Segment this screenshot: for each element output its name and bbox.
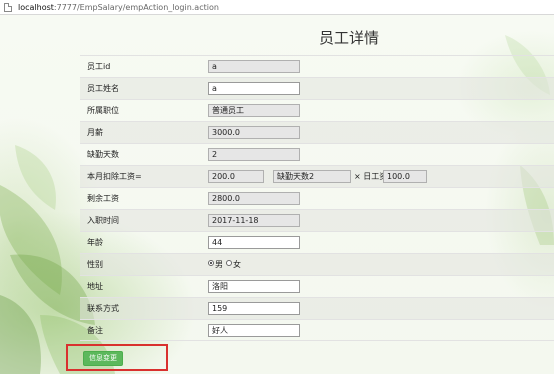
monthly-salary-field[interactable]: 3000.0 bbox=[208, 126, 300, 139]
url-text[interactable]: localhost:7777/EmpSalary/empAction_login… bbox=[18, 3, 219, 12]
emp-id-field[interactable]: a bbox=[208, 60, 300, 73]
row-monthly-salary: 月薪 3000.0 bbox=[80, 121, 554, 143]
emp-name-label: 员工姓名 bbox=[87, 84, 119, 93]
row-gender: 性别 男 女 bbox=[80, 253, 554, 275]
page-icon bbox=[4, 2, 12, 12]
address-label: 地址 bbox=[87, 282, 103, 291]
remaining-salary-field[interactable]: 2800.0 bbox=[208, 192, 300, 205]
absent-days-field[interactable]: 2 bbox=[208, 148, 300, 161]
hire-date-field[interactable]: 2017-11-18 bbox=[208, 214, 300, 227]
address-bar[interactable]: localhost:7777/EmpSalary/empAction_login… bbox=[0, 0, 554, 15]
address-input[interactable]: 洛阳 bbox=[208, 280, 300, 293]
page-content: 员工详情 员工id a 员工姓名 a 所属职位 普通员工 月薪 3000.0 缺… bbox=[0, 15, 554, 374]
gender-male-label: 男 bbox=[215, 260, 223, 269]
row-position: 所属职位 普通员工 bbox=[80, 99, 554, 121]
contact-label: 联系方式 bbox=[87, 304, 119, 313]
row-absent-days: 缺勤天数 2 bbox=[80, 143, 554, 165]
row-remaining-salary: 剩余工资 2800.0 bbox=[80, 187, 554, 209]
remark-label: 备注 bbox=[87, 326, 103, 335]
emp-name-input[interactable]: a bbox=[208, 82, 300, 95]
url-host: localhost bbox=[18, 2, 54, 12]
emp-id-label: 员工id bbox=[87, 62, 111, 71]
page-title: 员工详情 bbox=[318, 29, 379, 47]
hire-date-label: 入职时间 bbox=[87, 216, 119, 225]
age-label: 年龄 bbox=[87, 238, 103, 247]
position-field[interactable]: 普通员工 bbox=[208, 104, 300, 117]
row-contact: 联系方式 159 bbox=[80, 297, 554, 319]
remark-input[interactable]: 好人 bbox=[208, 324, 300, 337]
deduction-label: 本月扣除工资= bbox=[87, 172, 142, 181]
absent-summary-field[interactable]: 缺勤天数2 bbox=[273, 170, 351, 183]
monthly-salary-label: 月薪 bbox=[87, 128, 103, 137]
absent-days-label: 缺勤天数 bbox=[87, 150, 119, 159]
gender-label: 性别 bbox=[87, 260, 103, 269]
row-hire-date: 入职时间 2017-11-18 bbox=[80, 209, 554, 231]
daily-wage-field[interactable]: 100.0 bbox=[383, 170, 427, 183]
row-age: 年龄 44 bbox=[80, 231, 554, 253]
row-emp-id: 员工id a bbox=[80, 55, 554, 77]
gender-male-radio[interactable] bbox=[208, 260, 214, 266]
position-label: 所属职位 bbox=[87, 106, 119, 115]
row-remark: 备注 好人 bbox=[80, 319, 554, 341]
gender-female-radio[interactable] bbox=[226, 260, 232, 266]
url-path: :7777/EmpSalary/empAction_login.action bbox=[53, 2, 219, 12]
age-input[interactable]: 44 bbox=[208, 236, 300, 249]
deduction-field[interactable]: 200.0 bbox=[208, 170, 264, 183]
row-deduction: 本月扣除工资= 200.0 缺勤天数2 × 日工资 100.0 bbox=[80, 165, 554, 187]
row-emp-name: 员工姓名 a bbox=[80, 77, 554, 99]
row-address: 地址 洛阳 bbox=[80, 275, 554, 297]
contact-input[interactable]: 159 bbox=[208, 302, 300, 315]
remaining-salary-label: 剩余工资 bbox=[87, 194, 119, 203]
gender-female-label: 女 bbox=[233, 260, 241, 269]
highlight-box bbox=[66, 344, 168, 371]
